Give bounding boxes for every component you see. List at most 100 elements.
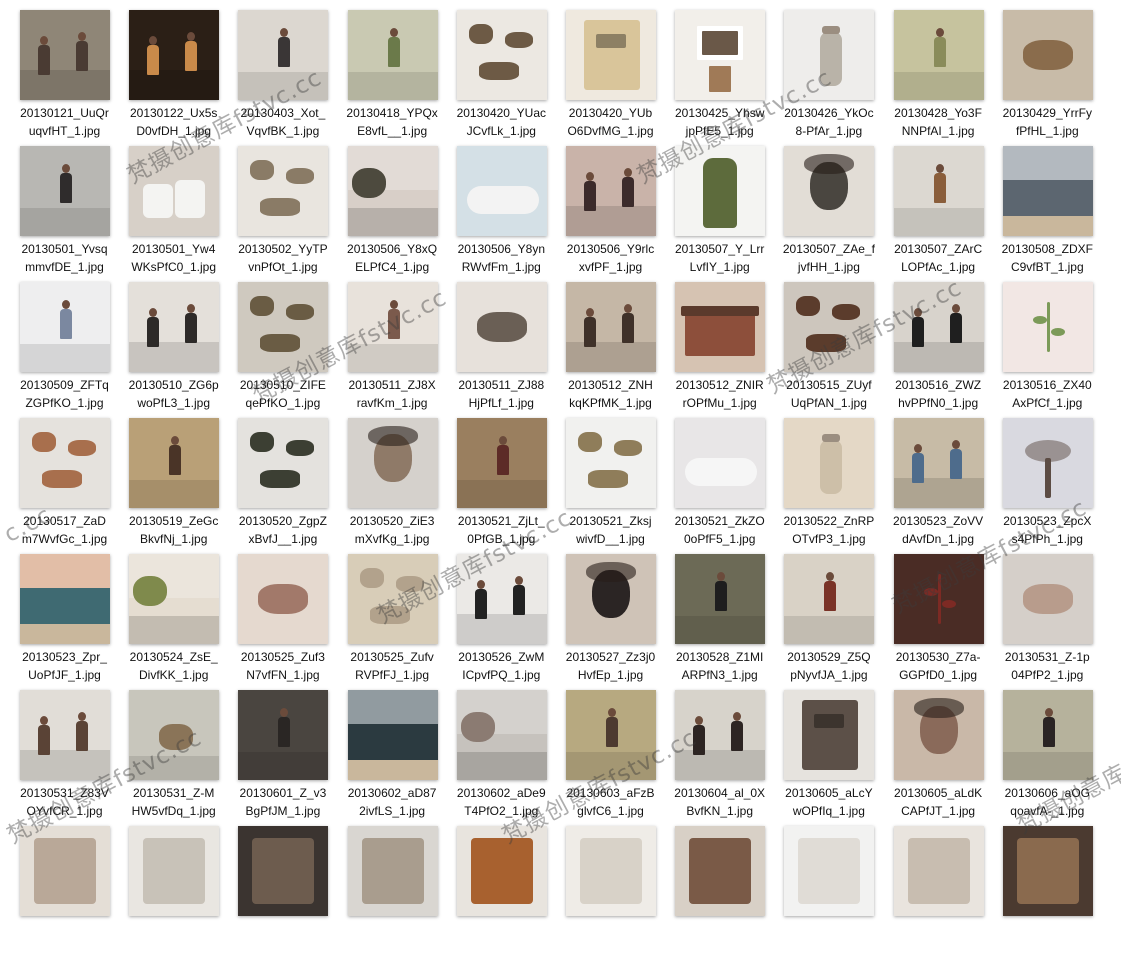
file-thumbnail[interactable] bbox=[456, 282, 547, 372]
file-thumbnail[interactable] bbox=[566, 418, 656, 508]
file-item[interactable]: 20130506_Y9rlc xvfPF_1.jpg bbox=[556, 146, 665, 282]
file-thumbnail[interactable] bbox=[347, 554, 438, 644]
file-name[interactable]: 20130530_Z7a- GGPfD0_1.jpg bbox=[884, 648, 993, 684]
file-item[interactable]: 20130429_YrrFy fPfHL_1.jpg bbox=[993, 10, 1102, 146]
file-name[interactable]: 20130520_ZiE3 mXvfKg_1.jpg bbox=[338, 512, 447, 548]
file-thumbnail[interactable] bbox=[675, 10, 766, 100]
file-name[interactable]: 20130605_aLcY wOPfIq_1.jpg bbox=[774, 784, 883, 820]
file-item[interactable]: 20130512_ZNIR rOPfMu_1.jpg bbox=[665, 282, 774, 418]
file-item[interactable]: 20130527_Zz3j0 HvfEp_1.jpg bbox=[556, 554, 665, 690]
file-name[interactable]: 20130523_ZoVV dAvfDn_1.jpg bbox=[884, 512, 993, 548]
file-thumbnail[interactable] bbox=[456, 146, 547, 236]
file-thumbnail[interactable] bbox=[129, 826, 220, 916]
file-thumbnail[interactable] bbox=[893, 282, 984, 372]
file-item[interactable]: 20130515_ZUyf UqPfAN_1.jpg bbox=[774, 282, 883, 418]
file-item[interactable]: 20130516_ZWZ hvPPfN0_1.jpg bbox=[884, 282, 993, 418]
file-item[interactable]: 20130506_Y8yn RWvfFm_1.jpg bbox=[447, 146, 556, 282]
file-item[interactable]: 20130523_Zpr_ UoPfJF_1.jpg bbox=[10, 554, 119, 690]
file-item[interactable]: 20130603_aFzB glvfC6_1.jpg bbox=[556, 690, 665, 826]
file-item[interactable] bbox=[338, 826, 447, 962]
file-item[interactable]: 20130516_ZX40 AxPfCf_1.jpg bbox=[993, 282, 1102, 418]
file-name[interactable]: 20130507_ZAe_f jvfHH_1.jpg bbox=[774, 240, 883, 276]
file-name[interactable]: 20130531_Z-M HW5vfDq_1.jpg bbox=[119, 784, 228, 820]
file-item[interactable] bbox=[665, 826, 774, 962]
file-name[interactable]: 20130516_ZX40 AxPfCf_1.jpg bbox=[993, 376, 1102, 412]
file-item[interactable]: 20130420_YUac JCvfLk_1.jpg bbox=[447, 10, 556, 146]
file-name[interactable]: 20130507_ZArC LOPfAc_1.jpg bbox=[884, 240, 993, 276]
file-name[interactable]: 20130429_YrrFy fPfHL_1.jpg bbox=[993, 104, 1102, 140]
file-name[interactable]: 20130525_Zuf3 N7vfFN_1.jpg bbox=[228, 648, 337, 684]
file-item[interactable] bbox=[774, 826, 883, 962]
file-thumbnail[interactable] bbox=[347, 10, 438, 100]
file-item[interactable]: 20130525_Zuf3 N7vfFN_1.jpg bbox=[228, 554, 337, 690]
file-thumbnail[interactable] bbox=[347, 418, 438, 508]
file-thumbnail[interactable] bbox=[1002, 418, 1093, 508]
file-thumbnail[interactable] bbox=[893, 554, 984, 644]
file-name[interactable]: 20130531_Z83V OYvfCR_1.jpg bbox=[10, 784, 119, 820]
file-name[interactable]: 20130510_ZG6p woPfL3_1.jpg bbox=[119, 376, 228, 412]
file-item[interactable] bbox=[447, 826, 556, 962]
file-thumbnail[interactable] bbox=[347, 282, 438, 372]
file-item[interactable]: 20130420_YUb O6DvfMG_1.jpg bbox=[556, 10, 665, 146]
file-thumbnail[interactable] bbox=[566, 282, 656, 372]
file-item[interactable]: 20130606_aOG qoavfA-_1.jpg bbox=[993, 690, 1102, 826]
file-thumbnail[interactable] bbox=[1002, 282, 1093, 372]
file-thumbnail[interactable] bbox=[566, 10, 656, 100]
file-thumbnail[interactable] bbox=[675, 690, 766, 780]
file-thumbnail[interactable] bbox=[238, 418, 329, 508]
file-item[interactable] bbox=[993, 826, 1102, 962]
file-thumbnail[interactable] bbox=[566, 826, 656, 916]
file-item[interactable]: 20130604_al_0X BvfKN_1.jpg bbox=[665, 690, 774, 826]
file-name[interactable]: 20130506_Y8yn RWvfFm_1.jpg bbox=[447, 240, 556, 276]
file-thumbnail[interactable] bbox=[456, 10, 547, 100]
file-thumbnail[interactable] bbox=[20, 418, 110, 508]
file-item[interactable]: 20130524_ZsE_ DivfKK_1.jpg bbox=[119, 554, 228, 690]
file-thumbnail[interactable] bbox=[456, 690, 547, 780]
file-name[interactable]: 20130426_YkOc 8-PfAr_1.jpg bbox=[774, 104, 883, 140]
file-thumbnail[interactable] bbox=[456, 554, 547, 644]
file-thumbnail[interactable] bbox=[238, 146, 329, 236]
file-item[interactable]: 20130509_ZFTq ZGPfKO_1.jpg bbox=[10, 282, 119, 418]
file-name[interactable]: 20130521_Zksj wivfD__1.jpg bbox=[556, 512, 665, 548]
file-thumbnail[interactable] bbox=[1002, 554, 1093, 644]
file-item[interactable]: 20130511_ZJ8X ravfKm_1.jpg bbox=[338, 282, 447, 418]
file-name[interactable]: 20130512_ZNIR rOPfMu_1.jpg bbox=[665, 376, 774, 412]
file-name[interactable]: 20130501_Yw4 WKsPfC0_1.jpg bbox=[119, 240, 228, 276]
file-thumbnail[interactable] bbox=[20, 146, 110, 236]
file-name[interactable]: 20130524_ZsE_ DivfKK_1.jpg bbox=[119, 648, 228, 684]
file-name[interactable]: 20130418_YPQx E8vfL__1.jpg bbox=[338, 104, 447, 140]
file-name[interactable]: 20130606_aOG qoavfA-_1.jpg bbox=[993, 784, 1102, 820]
file-thumbnail[interactable] bbox=[129, 146, 220, 236]
file-thumbnail[interactable] bbox=[238, 826, 329, 916]
file-item[interactable] bbox=[228, 826, 337, 962]
file-thumbnail[interactable] bbox=[784, 146, 875, 236]
file-item[interactable]: 20130521_ZkZO 0oPfF5_1.jpg bbox=[665, 418, 774, 554]
file-item[interactable]: 20130531_Z83V OYvfCR_1.jpg bbox=[10, 690, 119, 826]
file-name[interactable]: 20130425_Yhsw jpPfE5_1.jpg bbox=[665, 104, 774, 140]
file-thumbnail[interactable] bbox=[784, 418, 875, 508]
file-item[interactable]: 20130528_Z1MI ARPfN3_1.jpg bbox=[665, 554, 774, 690]
file-item[interactable]: 20130519_ZeGc BkvfNj_1.jpg bbox=[119, 418, 228, 554]
file-name[interactable]: 20130604_al_0X BvfKN_1.jpg bbox=[665, 784, 774, 820]
file-thumbnail[interactable] bbox=[675, 418, 766, 508]
file-name[interactable]: 20130519_ZeGc BkvfNj_1.jpg bbox=[119, 512, 228, 548]
file-item[interactable]: 20130507_ZAe_f jvfHH_1.jpg bbox=[774, 146, 883, 282]
file-name[interactable]: 20130403_Xot_ VqvfBK_1.jpg bbox=[228, 104, 337, 140]
file-name[interactable]: 20130515_ZUyf UqPfAN_1.jpg bbox=[774, 376, 883, 412]
file-item[interactable]: 20130525_Zufv RVPfFJ_1.jpg bbox=[338, 554, 447, 690]
file-thumbnail[interactable] bbox=[456, 418, 547, 508]
file-name[interactable]: 20130522_ZnRP OTvfP3_1.jpg bbox=[774, 512, 883, 548]
file-name[interactable]: 20130501_Yvsq mmvfDE_1.jpg bbox=[10, 240, 119, 276]
file-item[interactable]: 20130512_ZNH kqKPfMK_1.jpg bbox=[556, 282, 665, 418]
file-thumbnail[interactable] bbox=[893, 10, 984, 100]
file-item[interactable]: 20130502_YyTP vnPfOt_1.jpg bbox=[228, 146, 337, 282]
file-thumbnail[interactable] bbox=[1002, 146, 1093, 236]
file-name[interactable]: 20130508_ZDXF C9vfBT_1.jpg bbox=[993, 240, 1102, 276]
file-thumbnail[interactable] bbox=[1002, 690, 1093, 780]
file-thumbnail[interactable] bbox=[238, 554, 329, 644]
file-item[interactable] bbox=[119, 826, 228, 962]
file-thumbnail[interactable] bbox=[1002, 826, 1093, 916]
file-item[interactable]: 20130523_ZpcX s4PfPh_1.jpg bbox=[993, 418, 1102, 554]
file-item[interactable]: 20130531_Z-M HW5vfDq_1.jpg bbox=[119, 690, 228, 826]
file-item[interactable]: 20130521_Zksj wivfD__1.jpg bbox=[556, 418, 665, 554]
